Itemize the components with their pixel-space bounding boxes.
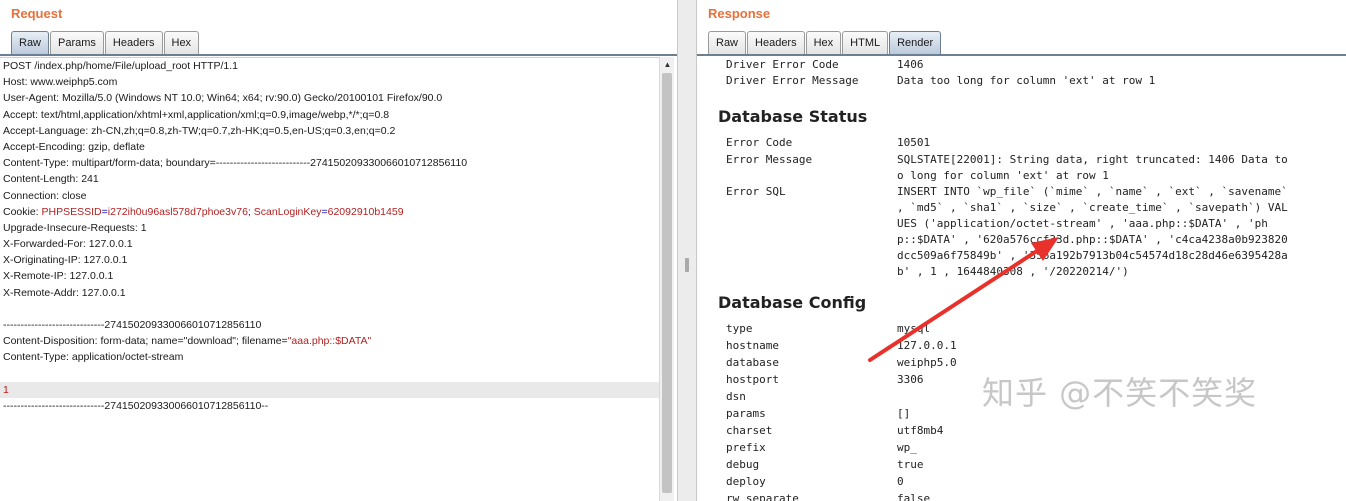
config-value-rw-separate: false bbox=[897, 492, 931, 501]
config-value-hostname: 127.0.0.1 bbox=[897, 339, 957, 352]
request-line bbox=[0, 366, 659, 382]
request-tab-underline bbox=[0, 54, 677, 56]
driver-error-message-key: Driver Error Message bbox=[726, 74, 859, 87]
content-disposition-line: Content-Disposition: form-data; name="do… bbox=[0, 333, 659, 349]
driver-error-message-value: Data too long for column 'ext' at row 1 bbox=[897, 74, 1156, 87]
request-line: Accept-Language: zh-CN,zh;q=0.8,zh-TW;q=… bbox=[3, 124, 396, 137]
config-key-charset: charset bbox=[726, 424, 773, 437]
request-line: Connection: close bbox=[3, 189, 87, 202]
response-tab-raw[interactable]: Raw bbox=[708, 31, 747, 54]
driver-error-code-key: Driver Error Code bbox=[726, 58, 839, 71]
cookie-value-phpsessid: i272ih0u96asl578d7phoe3v76 bbox=[107, 205, 248, 218]
request-pane: Request Raw Params Headers Hex POST /ind… bbox=[0, 0, 677, 501]
config-key-debug: debug bbox=[726, 458, 760, 471]
request-line: X-Remote-IP: 127.0.0.1 bbox=[3, 270, 114, 283]
watermark-text: 知乎 @不笑不笑奖 bbox=[982, 374, 1258, 412]
request-line: Content-Type: multipart/form-data; bound… bbox=[3, 157, 468, 170]
request-tab-headers[interactable]: Headers bbox=[104, 31, 163, 54]
config-value-type: mysql bbox=[897, 322, 931, 335]
database-status-heading: Database Status bbox=[718, 107, 868, 126]
request-line: POST /index.php/home/File/upload_root HT… bbox=[3, 60, 239, 72]
response-tab-html[interactable]: HTML bbox=[842, 31, 889, 54]
config-key-deploy: deploy bbox=[726, 475, 766, 488]
config-key-database: database bbox=[726, 356, 779, 369]
error-code-value: 10501 bbox=[897, 136, 931, 149]
scroll-up-icon[interactable]: ▲ bbox=[660, 57, 675, 72]
request-scroll-thumb[interactable] bbox=[662, 73, 672, 493]
cookie-value-scanloginkey: 62092910b1459 bbox=[327, 205, 404, 218]
disposition-prefix: Content-Disposition: form-data; name="do… bbox=[3, 335, 288, 348]
request-line: Accept: text/html,application/xhtml+xml,… bbox=[3, 108, 390, 121]
error-sql-value: INSERT INTO `wp_file` (`mime` , `name` ,… bbox=[897, 185, 1288, 278]
request-scrollbar[interactable]: ▲ bbox=[659, 57, 674, 501]
error-message-value: SQLSTATE[22001]: String data, right trun… bbox=[897, 153, 1288, 182]
error-code-key: Error Code bbox=[726, 136, 793, 149]
response-tab-underline bbox=[697, 54, 1346, 56]
config-key-rw-separate: rw_separate bbox=[726, 492, 799, 501]
response-tab-hex[interactable]: Hex bbox=[805, 31, 842, 54]
cookie-line: Cookie: PHPSESSID=i272ih0u96asl578d7phoe… bbox=[0, 204, 659, 220]
error-sql-key: Error SQL bbox=[726, 185, 786, 198]
request-line: Accept-Encoding: gzip, deflate bbox=[3, 140, 145, 153]
config-value-deploy: 0 bbox=[897, 475, 904, 488]
request-line: X-Forwarded-For: 127.0.0.1 bbox=[3, 238, 133, 251]
request-tabbar: Raw Params Headers Hex bbox=[11, 31, 200, 55]
boundary-end-line: -----------------------------27415020933… bbox=[3, 399, 269, 412]
config-value-charset: utf8mb4 bbox=[897, 424, 944, 437]
response-title: Response bbox=[708, 6, 771, 21]
request-line bbox=[0, 301, 659, 317]
body-value: 1 bbox=[3, 383, 9, 396]
error-message-key: Error Message bbox=[726, 153, 813, 166]
response-tabbar: Raw Headers Hex HTML Render bbox=[708, 31, 942, 55]
response-tab-headers[interactable]: Headers bbox=[747, 31, 805, 54]
request-line: X-Originating-IP: 127.0.0.1 bbox=[3, 254, 128, 267]
request-tab-params[interactable]: Params bbox=[50, 31, 104, 54]
config-value-prefix: wp_ bbox=[897, 441, 917, 454]
config-key-params: params bbox=[726, 407, 766, 420]
response-tab-render[interactable]: Render bbox=[889, 31, 942, 55]
driver-error-code-value: 1406 bbox=[897, 58, 924, 71]
request-line: X-Remote-Addr: 127.0.0.1 bbox=[3, 286, 126, 299]
config-key-prefix: prefix bbox=[726, 441, 766, 454]
response-pane: Response Raw Headers Hex HTML Render Dri… bbox=[697, 0, 1346, 501]
config-key-hostport: hostport bbox=[726, 373, 779, 386]
request-tab-hex[interactable]: Hex bbox=[163, 31, 200, 54]
request-line: User-Agent: Mozilla/5.0 (Windows NT 10.0… bbox=[3, 92, 443, 105]
request-line: Content-Length: 241 bbox=[3, 173, 99, 186]
config-key-hostname: hostname bbox=[726, 339, 779, 352]
config-key-dsn: dsn bbox=[726, 390, 746, 403]
pane-splitter[interactable] bbox=[677, 0, 697, 501]
body-value-line: 1 bbox=[0, 381, 659, 398]
cookie-prefix: Cookie: bbox=[3, 205, 42, 218]
response-render-view[interactable]: Driver Error Code 1406 Driver Error Mess… bbox=[697, 57, 1346, 501]
cookie-name-scanloginkey: ScanLoginKey bbox=[253, 205, 322, 218]
database-config-heading: Database Config bbox=[718, 293, 867, 312]
request-line: Upgrade-Insecure-Requests: 1 bbox=[3, 221, 147, 234]
request-line: Host: www.weiphp5.com bbox=[3, 76, 118, 89]
request-tab-raw[interactable]: Raw bbox=[11, 31, 50, 55]
upload-filename: "aaa.php::$DATA" bbox=[287, 335, 372, 348]
cookie-name-phpsessid: PHPSESSID bbox=[41, 205, 102, 218]
boundary-line: -----------------------------27415020933… bbox=[3, 319, 262, 331]
request-title: Request bbox=[11, 6, 63, 21]
config-key-type: type bbox=[726, 322, 753, 335]
request-editor[interactable]: POST /index.php/home/File/upload_root HT… bbox=[0, 57, 659, 501]
splitter-grip-icon[interactable] bbox=[685, 258, 689, 272]
request-line: Content-Type: application/octet-stream bbox=[3, 351, 184, 364]
config-value-debug: true bbox=[897, 458, 924, 471]
